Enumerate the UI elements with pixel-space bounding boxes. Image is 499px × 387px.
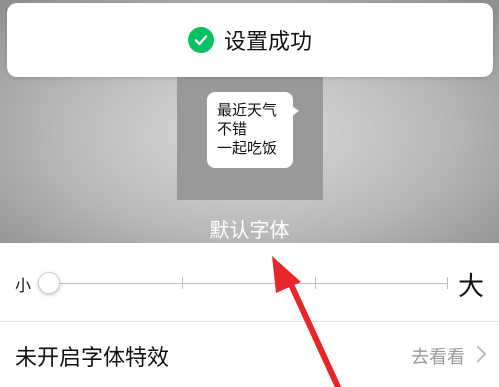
slider-thumb[interactable] — [38, 272, 60, 294]
font-size-slider-row: 小 大 — [0, 243, 499, 321]
bubble-line-1: 最近天气 — [217, 101, 278, 119]
toast-message: 设置成功 — [223, 30, 312, 55]
slider-tick — [315, 277, 316, 289]
large-size-label: 大 — [458, 272, 485, 302]
success-toast: 设置成功 — [7, 3, 493, 77]
preview-chat-panel: 最近天气 不错 一起吃饭 — [177, 72, 323, 200]
slider-tick — [182, 277, 183, 289]
font-effect-status: 未开启字体特效 — [15, 346, 170, 371]
font-size-slider[interactable] — [38, 272, 448, 294]
font-effect-row[interactable]: 未开启字体特效 去看看 — [0, 322, 499, 387]
bubble-line-3: 一起吃饭 — [217, 139, 278, 157]
small-size-label: 小 — [15, 276, 32, 295]
go-see-link[interactable]: 去看看 — [411, 343, 465, 369]
check-circle-icon — [187, 27, 214, 53]
chevron-right-icon — [469, 345, 487, 363]
chat-bubble: 最近天气 不错 一起吃饭 — [207, 92, 299, 168]
font-name-label: 默认字体 — [209, 218, 290, 242]
slider-tick — [447, 277, 448, 289]
bubble-line-2: 不错 — [217, 120, 248, 138]
